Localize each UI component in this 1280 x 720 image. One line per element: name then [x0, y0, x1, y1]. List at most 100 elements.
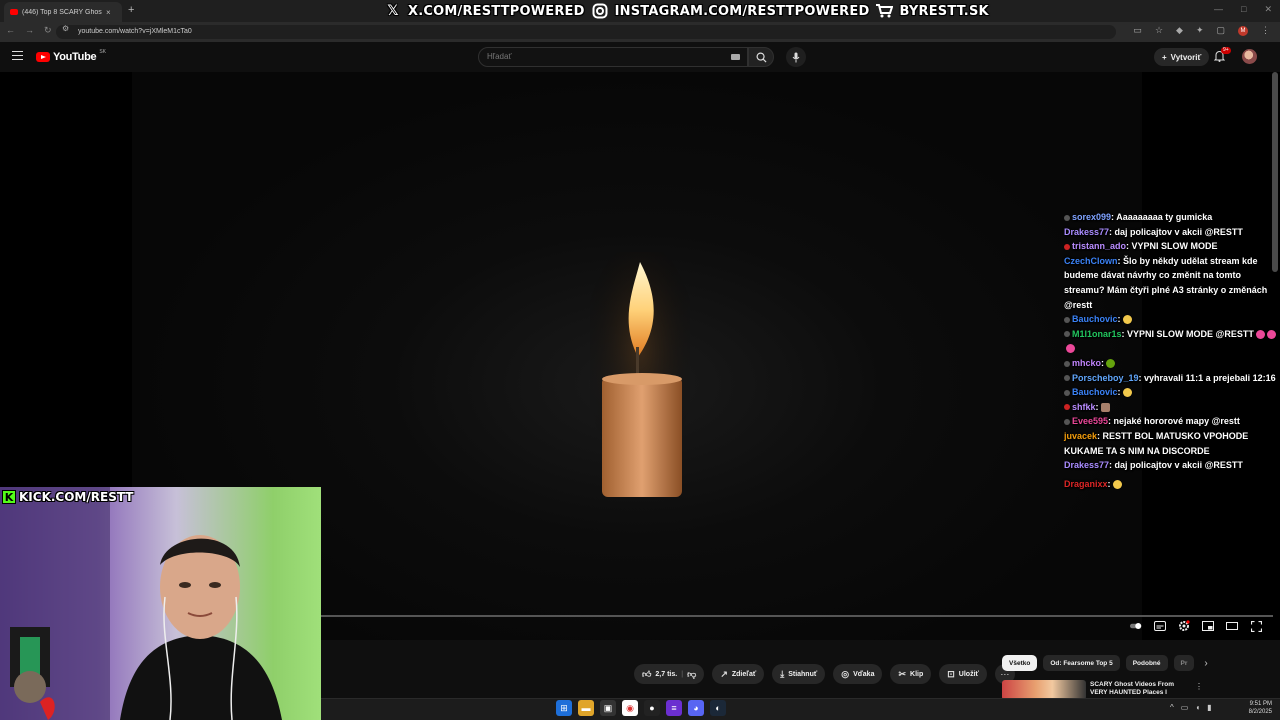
chat-text: daj policajtov v akcii @RESTT	[1114, 460, 1243, 471]
maximize-icon[interactable]: □	[1241, 4, 1246, 15]
volume-icon[interactable]: ◖	[1195, 703, 1200, 712]
account-avatar[interactable]	[1242, 49, 1257, 64]
new-tab-button[interactable]: +	[128, 4, 134, 16]
video-progress-bar[interactable]	[321, 615, 1273, 617]
save-label: Uložiť	[958, 670, 979, 678]
x-handle: X.COM/RESTTPOWERED	[408, 3, 585, 19]
close-window-icon[interactable]: ✕	[1264, 4, 1272, 15]
fullscreen-icon[interactable]	[1250, 620, 1262, 632]
os-taskbar	[321, 698, 1280, 720]
chat-message: M1l1onar1s: VYPNI SLOW MODE @RESTT	[1064, 327, 1276, 356]
tab-title: (446) Top 8 SCARY Ghost Videos From VERY…	[22, 8, 102, 16]
menu-dots-icon[interactable]: ⋮	[1261, 25, 1270, 36]
clip-button[interactable]: ✂ Klip	[890, 664, 932, 684]
chat-message: mhcko:	[1064, 356, 1276, 371]
recommendation-chips: Všetko Od: Fearsome Top 5 Podobné Pr ›	[1002, 655, 1208, 671]
sidebar-icon[interactable]: ▢	[1216, 25, 1225, 36]
create-label: Vytvoriť	[1170, 52, 1202, 62]
save-button[interactable]: ⊡ Uložiť	[939, 664, 987, 684]
chat-user: M1l1onar1s	[1072, 328, 1122, 339]
clock-date: 8/2/2025	[1248, 709, 1272, 715]
chat-text: VYPNI SLOW MODE	[1131, 241, 1218, 252]
thumbs-down-icon[interactable]: 👎︎	[687, 669, 696, 680]
emoji-icon	[1112, 479, 1122, 489]
minimize-icon[interactable]: —	[1214, 4, 1223, 15]
kick-handle: KICK.COM/RESTT	[19, 490, 134, 504]
chat-message: juvacek: RESTT BOL MATUSKO VPOHODE KUKAM…	[1064, 430, 1249, 456]
steam-icon[interactable]: ◐	[710, 700, 726, 716]
chat-message: Evee595: nejaké hororové mapy @restt	[1064, 414, 1276, 429]
search-input[interactable]: Hľadať	[478, 47, 748, 67]
settings-gear-icon[interactable]	[1178, 620, 1190, 632]
taskbar-clock[interactable]: 9:51 PM 8/2/2025	[1238, 700, 1272, 716]
thanks-label: Vďaka	[853, 670, 875, 678]
chip-all[interactable]: Všetko	[1002, 655, 1038, 671]
instagram-icon	[591, 2, 609, 20]
menu-hamburger-icon[interactable]	[12, 51, 23, 60]
system-tray: ^ ▭ ◖ ▮	[1170, 703, 1212, 712]
chip-similar[interactable]: Podobné	[1125, 655, 1168, 671]
thanks-button[interactable]: ◎ Vďaka	[833, 664, 883, 684]
window-controls: — □ ✕	[1214, 4, 1272, 15]
chat-user: Drakess77	[1064, 460, 1110, 471]
emoji-icon	[1255, 329, 1265, 339]
download-label: Stiahnuť	[788, 670, 818, 678]
youtube-logo[interactable]: YouTube SK	[36, 49, 106, 63]
reload-icon[interactable]: ↻	[44, 25, 52, 36]
clock-time: 9:51 PM	[1249, 701, 1272, 707]
tab-close-button[interactable]: ×	[106, 8, 111, 17]
windows-start-icon[interactable]: ⊞	[556, 700, 572, 716]
terminal-icon[interactable]: ▣	[600, 700, 616, 716]
miniplayer-icon[interactable]	[1202, 620, 1214, 632]
browser-tab[interactable]: (446) Top 8 SCARY Ghost Videos From VERY…	[4, 2, 122, 22]
extension-icons: ▭ ☆ ◆ ✦ ▢ M ⋮	[1133, 25, 1270, 36]
video-actions: 👍︎ 2,7 tis. | 👎︎ ↗ Zdieľať ⤓ Stiahnuť ◎ …	[634, 664, 1015, 684]
chevron-right-icon[interactable]: ›	[1204, 658, 1207, 669]
cast-icon[interactable]: ▭	[1133, 25, 1142, 36]
forward-icon[interactable]: →	[25, 25, 34, 36]
nav-buttons: ← → ↻	[6, 25, 52, 36]
profile-icon[interactable]: M	[1238, 25, 1248, 36]
chat-message: Bauchovic:	[1064, 312, 1276, 327]
autoplay-toggle[interactable]	[1130, 620, 1142, 632]
back-icon[interactable]: ←	[6, 25, 15, 36]
discord-icon[interactable]: ◕	[688, 700, 704, 716]
chat-badge-icon	[1064, 331, 1070, 338]
puzzle-icon[interactable]: ✦	[1196, 25, 1204, 36]
like-button[interactable]: 👍︎ 2,7 tis. | 👎︎	[634, 664, 705, 684]
extension-icon[interactable]: ◆	[1176, 25, 1183, 36]
chip-partial[interactable]: Pr	[1173, 655, 1195, 671]
streaming-app-icon[interactable]: ≡	[666, 700, 682, 716]
search-button[interactable]	[748, 47, 774, 67]
subtitles-icon[interactable]	[1154, 620, 1166, 632]
tray-chevron-icon[interactable]: ^	[1170, 703, 1174, 712]
battery-icon[interactable]: ▮	[1207, 703, 1211, 712]
chat-message: sorex099: Aaaaaaaaa ty gumicka	[1064, 210, 1276, 225]
recommendation-title[interactable]: SCARY Ghost Videos From VERY HAUNTED Pla…	[1090, 681, 1190, 697]
download-icon: ⤓	[780, 668, 785, 679]
chat-message: CzechClown: Šlo by někdy udělat stream k…	[1064, 255, 1268, 310]
streamer-webcam	[0, 487, 321, 720]
download-button[interactable]: ⤓ Stiahnuť	[772, 664, 826, 684]
bookmark-star-icon[interactable]: ☆	[1155, 25, 1163, 36]
thumbs-up-icon: 👍︎	[642, 668, 652, 679]
chat-message: shfkk:	[1064, 400, 1276, 415]
chat-badge-icon	[1064, 418, 1070, 425]
chip-from-channel[interactable]: Od: Fearsome Top 5	[1043, 655, 1120, 671]
voice-search-button[interactable]	[786, 47, 806, 67]
share-button[interactable]: ↗ Zdieľať	[712, 664, 765, 684]
recommendation-more-icon[interactable]: ⋮	[1195, 682, 1203, 691]
theater-mode-icon[interactable]	[1226, 620, 1238, 632]
recommendation-thumbnail[interactable]	[1002, 680, 1086, 700]
keyboard-icon[interactable]	[731, 54, 740, 60]
site-info-icon[interactable]: ⚙	[62, 24, 69, 33]
address-bar-row: ← → ↻ youtube.com/watch?v=jXMleM1cTa0 ⚙ …	[0, 22, 1280, 42]
obs-icon[interactable]: ●	[644, 700, 660, 716]
chrome-icon[interactable]: ◉	[622, 700, 638, 716]
file-explorer-icon[interactable]: ▬	[578, 700, 594, 716]
emoji-icon	[1100, 402, 1110, 412]
chat-user: shfkk	[1072, 401, 1096, 412]
create-button[interactable]: + Vytvoriť	[1154, 48, 1210, 66]
url-field[interactable]: youtube.com/watch?v=jXMleM1cTa0	[56, 25, 1116, 39]
network-icon[interactable]: ▭	[1181, 703, 1189, 712]
